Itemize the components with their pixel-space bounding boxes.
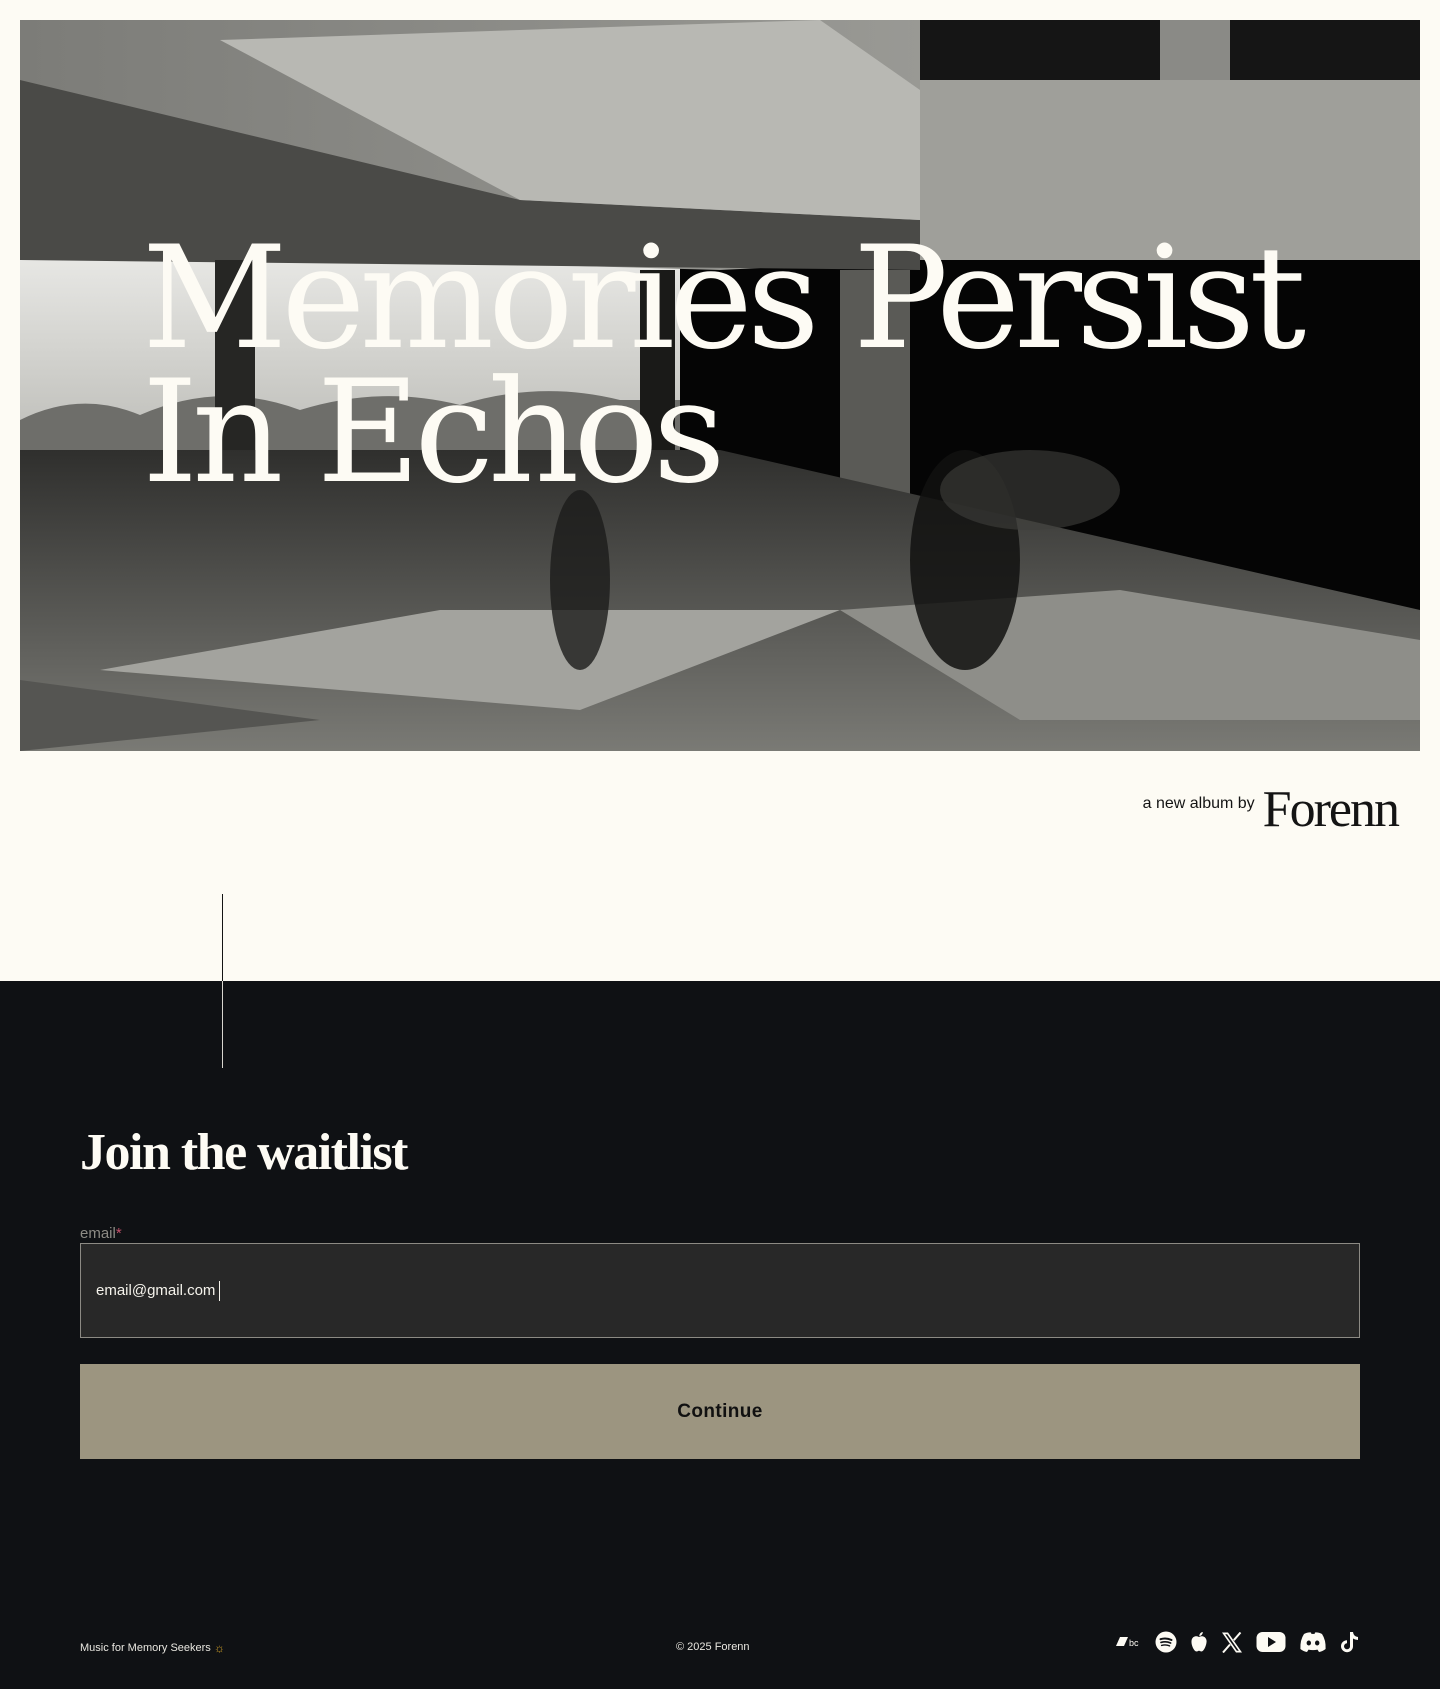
youtube-icon[interactable] [1256,1630,1286,1654]
discord-icon[interactable] [1299,1630,1327,1654]
copyright: © 2025 Forenn [676,1641,750,1653]
byline-prefix: a new album by [1142,795,1255,812]
footer-tagline: Music for Memory Seekers ☼ [80,1641,225,1655]
tiktok-icon[interactable] [1340,1630,1360,1654]
waitlist-title: Join the waitlist [80,1124,408,1181]
artist-name: Forenn [1262,781,1400,838]
text-caret [219,1280,221,1301]
email-input-value: email@gmail.com [96,1282,216,1299]
bandcamp-icon[interactable]: bc [1116,1630,1142,1654]
tagline-text: Music for Memory Seekers [80,1642,211,1654]
hero-title: Memories Persist In Echos [142,216,1306,515]
continue-button[interactable]: Continue [80,1364,1360,1459]
email-label: email* [80,1225,122,1242]
sun-icon: ☼ [213,1641,225,1655]
waitlist-section: Join the waitlist email* email@gmail.com… [0,981,1440,1689]
required-marker: * [115,1225,122,1242]
email-input[interactable]: email@gmail.com [80,1243,1360,1338]
divider-line [222,981,223,1068]
album-byline: a new album by Forenn [1142,781,1400,838]
hero-title-line-1: Memories Persist [142,216,1306,381]
svg-text:bc: bc [1129,1638,1139,1647]
spotify-icon[interactable] [1155,1630,1177,1654]
email-label-text: email [80,1225,116,1242]
hero-image: Memories Persist In Echos [20,20,1420,751]
hero-title-line-2: In Echos [142,350,726,515]
social-links: bc [1116,1630,1360,1654]
x-icon[interactable] [1221,1630,1243,1654]
divider-line [222,894,223,981]
apple-icon[interactable] [1190,1630,1208,1654]
